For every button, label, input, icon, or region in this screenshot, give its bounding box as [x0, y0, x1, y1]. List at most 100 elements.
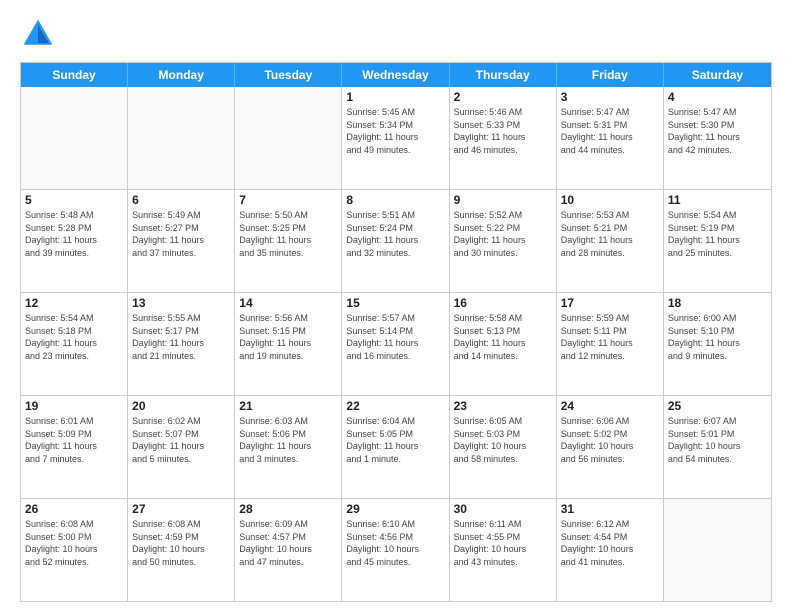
weekday-header-monday: Monday: [128, 63, 235, 87]
calendar: SundayMondayTuesdayWednesdayThursdayFrid…: [20, 62, 772, 602]
day-number: 16: [454, 296, 552, 310]
day-number: 6: [132, 193, 230, 207]
day-number: 5: [25, 193, 123, 207]
day-info: Sunrise: 5:56 AM Sunset: 5:15 PM Dayligh…: [239, 312, 337, 362]
day-info: Sunrise: 5:49 AM Sunset: 5:27 PM Dayligh…: [132, 209, 230, 259]
day-number: 27: [132, 502, 230, 516]
day-number: 23: [454, 399, 552, 413]
day-info: Sunrise: 6:11 AM Sunset: 4:55 PM Dayligh…: [454, 518, 552, 568]
logo-icon: [20, 16, 56, 52]
day-number: 13: [132, 296, 230, 310]
calendar-day-14: 14 Sunrise: 5:56 AM Sunset: 5:15 PM Dayli…: [235, 293, 342, 395]
day-number: 3: [561, 90, 659, 104]
calendar-day-30: 30Sunrise: 6:11 AM Sunset: 4:55 PM Dayli…: [450, 499, 557, 601]
calendar-day-20: 20 Sunrise: 6:02 AM Sunset: 5:07 PM Dayli…: [128, 396, 235, 498]
day-number: 20: [132, 399, 230, 413]
weekday-header-wednesday: Wednesday: [342, 63, 449, 87]
day-number: 29: [346, 502, 444, 516]
calendar-day-15: 15 Sunrise: 5:57 AM Sunset: 5:14 PM Dayli…: [342, 293, 449, 395]
calendar-day-22: 22 Sunrise: 6:04 AM Sunset: 5:05 PM Dayli…: [342, 396, 449, 498]
day-info: Sunrise: 5:47 AM Sunset: 5:31 PM Dayligh…: [561, 106, 659, 156]
calendar-day-7: 7 Sunrise: 5:50 AM Sunset: 5:25 PM Daylig…: [235, 190, 342, 292]
calendar-day-24: 24 Sunrise: 6:06 AM Sunset: 5:02 PM Dayli…: [557, 396, 664, 498]
day-info: Sunrise: 6:07 AM Sunset: 5:01 PM Dayligh…: [668, 415, 767, 465]
calendar-week-5: 26Sunrise: 6:08 AM Sunset: 5:00 PM Dayli…: [21, 499, 771, 601]
calendar-day-4: 4 Sunrise: 5:47 AM Sunset: 5:30 PM Daylig…: [664, 87, 771, 189]
weekday-header-saturday: Saturday: [664, 63, 771, 87]
day-info: Sunrise: 6:05 AM Sunset: 5:03 PM Dayligh…: [454, 415, 552, 465]
day-info: Sunrise: 5:48 AM Sunset: 5:28 PM Dayligh…: [25, 209, 123, 259]
calendar-day-18: 18Sunrise: 6:00 AM Sunset: 5:10 PM Dayli…: [664, 293, 771, 395]
day-number: 26: [25, 502, 123, 516]
weekday-header-tuesday: Tuesday: [235, 63, 342, 87]
day-info: Sunrise: 5:59 AM Sunset: 5:11 PM Dayligh…: [561, 312, 659, 362]
day-info: Sunrise: 5:46 AM Sunset: 5:33 PM Dayligh…: [454, 106, 552, 156]
day-info: Sunrise: 5:58 AM Sunset: 5:13 PM Dayligh…: [454, 312, 552, 362]
day-number: 15: [346, 296, 444, 310]
calendar-week-3: 12 Sunrise: 5:54 AM Sunset: 5:18 PM Dayli…: [21, 293, 771, 396]
weekday-header-thursday: Thursday: [450, 63, 557, 87]
day-info: Sunrise: 5:47 AM Sunset: 5:30 PM Dayligh…: [668, 106, 767, 156]
day-info: Sunrise: 6:06 AM Sunset: 5:02 PM Dayligh…: [561, 415, 659, 465]
day-number: 7: [239, 193, 337, 207]
day-number: 19: [25, 399, 123, 413]
calendar-day-28: 28 Sunrise: 6:09 AM Sunset: 4:57 PM Dayli…: [235, 499, 342, 601]
day-number: 8: [346, 193, 444, 207]
day-number: 10: [561, 193, 659, 207]
day-number: 24: [561, 399, 659, 413]
calendar-body: 1 Sunrise: 5:45 AM Sunset: 5:34 PM Daylig…: [21, 87, 771, 601]
calendar-day-8: 8Sunrise: 5:51 AM Sunset: 5:24 PM Daylig…: [342, 190, 449, 292]
calendar-day-10: 10Sunrise: 5:53 AM Sunset: 5:21 PM Dayli…: [557, 190, 664, 292]
calendar-week-1: 1 Sunrise: 5:45 AM Sunset: 5:34 PM Daylig…: [21, 87, 771, 190]
calendar-day-21: 21Sunrise: 6:03 AM Sunset: 5:06 PM Dayli…: [235, 396, 342, 498]
calendar-day-27: 27Sunrise: 6:08 AM Sunset: 4:59 PM Dayli…: [128, 499, 235, 601]
calendar-day-6: 6 Sunrise: 5:49 AM Sunset: 5:27 PM Daylig…: [128, 190, 235, 292]
day-number: 28: [239, 502, 337, 516]
calendar-week-4: 19 Sunrise: 6:01 AM Sunset: 5:09 PM Dayli…: [21, 396, 771, 499]
calendar-day-29: 29 Sunrise: 6:10 AM Sunset: 4:56 PM Dayli…: [342, 499, 449, 601]
calendar-day-5: 5 Sunrise: 5:48 AM Sunset: 5:28 PM Daylig…: [21, 190, 128, 292]
calendar-day-12: 12 Sunrise: 5:54 AM Sunset: 5:18 PM Dayli…: [21, 293, 128, 395]
day-info: Sunrise: 6:10 AM Sunset: 4:56 PM Dayligh…: [346, 518, 444, 568]
calendar-day-empty: [21, 87, 128, 189]
day-info: Sunrise: 5:50 AM Sunset: 5:25 PM Dayligh…: [239, 209, 337, 259]
day-info: Sunrise: 5:52 AM Sunset: 5:22 PM Dayligh…: [454, 209, 552, 259]
day-info: Sunrise: 6:01 AM Sunset: 5:09 PM Dayligh…: [25, 415, 123, 465]
calendar-day-1: 1 Sunrise: 5:45 AM Sunset: 5:34 PM Daylig…: [342, 87, 449, 189]
calendar-day-empty: [235, 87, 342, 189]
day-info: Sunrise: 5:45 AM Sunset: 5:34 PM Dayligh…: [346, 106, 444, 156]
day-number: 1: [346, 90, 444, 104]
calendar-day-empty: [664, 499, 771, 601]
weekday-header-sunday: Sunday: [21, 63, 128, 87]
day-info: Sunrise: 5:57 AM Sunset: 5:14 PM Dayligh…: [346, 312, 444, 362]
day-number: 2: [454, 90, 552, 104]
day-number: 22: [346, 399, 444, 413]
weekday-header-friday: Friday: [557, 63, 664, 87]
day-info: Sunrise: 6:02 AM Sunset: 5:07 PM Dayligh…: [132, 415, 230, 465]
day-info: Sunrise: 6:12 AM Sunset: 4:54 PM Dayligh…: [561, 518, 659, 568]
page: SundayMondayTuesdayWednesdayThursdayFrid…: [0, 0, 792, 612]
calendar-day-3: 3 Sunrise: 5:47 AM Sunset: 5:31 PM Daylig…: [557, 87, 664, 189]
day-number: 11: [668, 193, 767, 207]
calendar-day-2: 2 Sunrise: 5:46 AM Sunset: 5:33 PM Daylig…: [450, 87, 557, 189]
day-info: Sunrise: 6:04 AM Sunset: 5:05 PM Dayligh…: [346, 415, 444, 465]
day-number: 25: [668, 399, 767, 413]
day-number: 17: [561, 296, 659, 310]
calendar-day-17: 17 Sunrise: 5:59 AM Sunset: 5:11 PM Dayli…: [557, 293, 664, 395]
day-info: Sunrise: 5:54 AM Sunset: 5:19 PM Dayligh…: [668, 209, 767, 259]
calendar-day-23: 23 Sunrise: 6:05 AM Sunset: 5:03 PM Dayli…: [450, 396, 557, 498]
calendar-day-31: 31Sunrise: 6:12 AM Sunset: 4:54 PM Dayli…: [557, 499, 664, 601]
calendar-header-row: SundayMondayTuesdayWednesdayThursdayFrid…: [21, 63, 771, 87]
header: [20, 16, 772, 52]
day-info: Sunrise: 5:54 AM Sunset: 5:18 PM Dayligh…: [25, 312, 123, 362]
calendar-day-25: 25 Sunrise: 6:07 AM Sunset: 5:01 PM Dayli…: [664, 396, 771, 498]
day-info: Sunrise: 6:09 AM Sunset: 4:57 PM Dayligh…: [239, 518, 337, 568]
day-number: 14: [239, 296, 337, 310]
calendar-day-9: 9Sunrise: 5:52 AM Sunset: 5:22 PM Daylig…: [450, 190, 557, 292]
day-number: 12: [25, 296, 123, 310]
day-number: 21: [239, 399, 337, 413]
calendar-day-empty: [128, 87, 235, 189]
calendar-day-26: 26Sunrise: 6:08 AM Sunset: 5:00 PM Dayli…: [21, 499, 128, 601]
day-number: 4: [668, 90, 767, 104]
day-info: Sunrise: 6:00 AM Sunset: 5:10 PM Dayligh…: [668, 312, 767, 362]
